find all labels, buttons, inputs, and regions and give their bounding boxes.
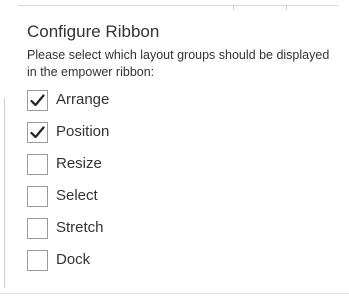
option-select[interactable]: Select bbox=[27, 183, 342, 209]
divider-tick bbox=[233, 5, 234, 10]
option-resize[interactable]: Resize bbox=[27, 151, 342, 177]
option-label: Position bbox=[56, 123, 110, 140]
panel-content: Configure Ribbon Please select which lay… bbox=[27, 22, 342, 279]
position-checkbox[interactable] bbox=[27, 121, 48, 143]
option-label: Stretch bbox=[56, 219, 104, 236]
stretch-checkbox[interactable] bbox=[27, 217, 48, 239]
top-divider bbox=[18, 5, 338, 10]
option-arrange[interactable]: Arrange bbox=[27, 87, 342, 113]
option-label: Arrange bbox=[56, 91, 110, 108]
panel-title: Configure Ribbon bbox=[27, 22, 160, 41]
left-divider bbox=[4, 98, 5, 288]
arrange-checkbox[interactable] bbox=[27, 89, 48, 111]
dock-checkbox[interactable] bbox=[27, 249, 48, 271]
panel-description: Please select which layout groups should… bbox=[27, 48, 330, 79]
checkmark-icon bbox=[30, 93, 45, 106]
bottom-divider bbox=[0, 293, 349, 294]
layout-group-list: Arrange Position Resize Select Stretch D… bbox=[27, 87, 342, 273]
checkmark-icon bbox=[30, 125, 45, 138]
option-label: Dock bbox=[56, 251, 91, 268]
option-label: Select bbox=[56, 187, 98, 204]
select-checkbox[interactable] bbox=[27, 185, 48, 207]
option-position[interactable]: Position bbox=[27, 119, 342, 145]
divider-tick bbox=[286, 5, 287, 10]
resize-checkbox[interactable] bbox=[27, 153, 48, 175]
option-stretch[interactable]: Stretch bbox=[27, 215, 342, 241]
configure-ribbon-panel: Configure Ribbon Please select which lay… bbox=[0, 0, 349, 298]
option-label: Resize bbox=[56, 155, 102, 172]
option-dock[interactable]: Dock bbox=[27, 247, 342, 273]
